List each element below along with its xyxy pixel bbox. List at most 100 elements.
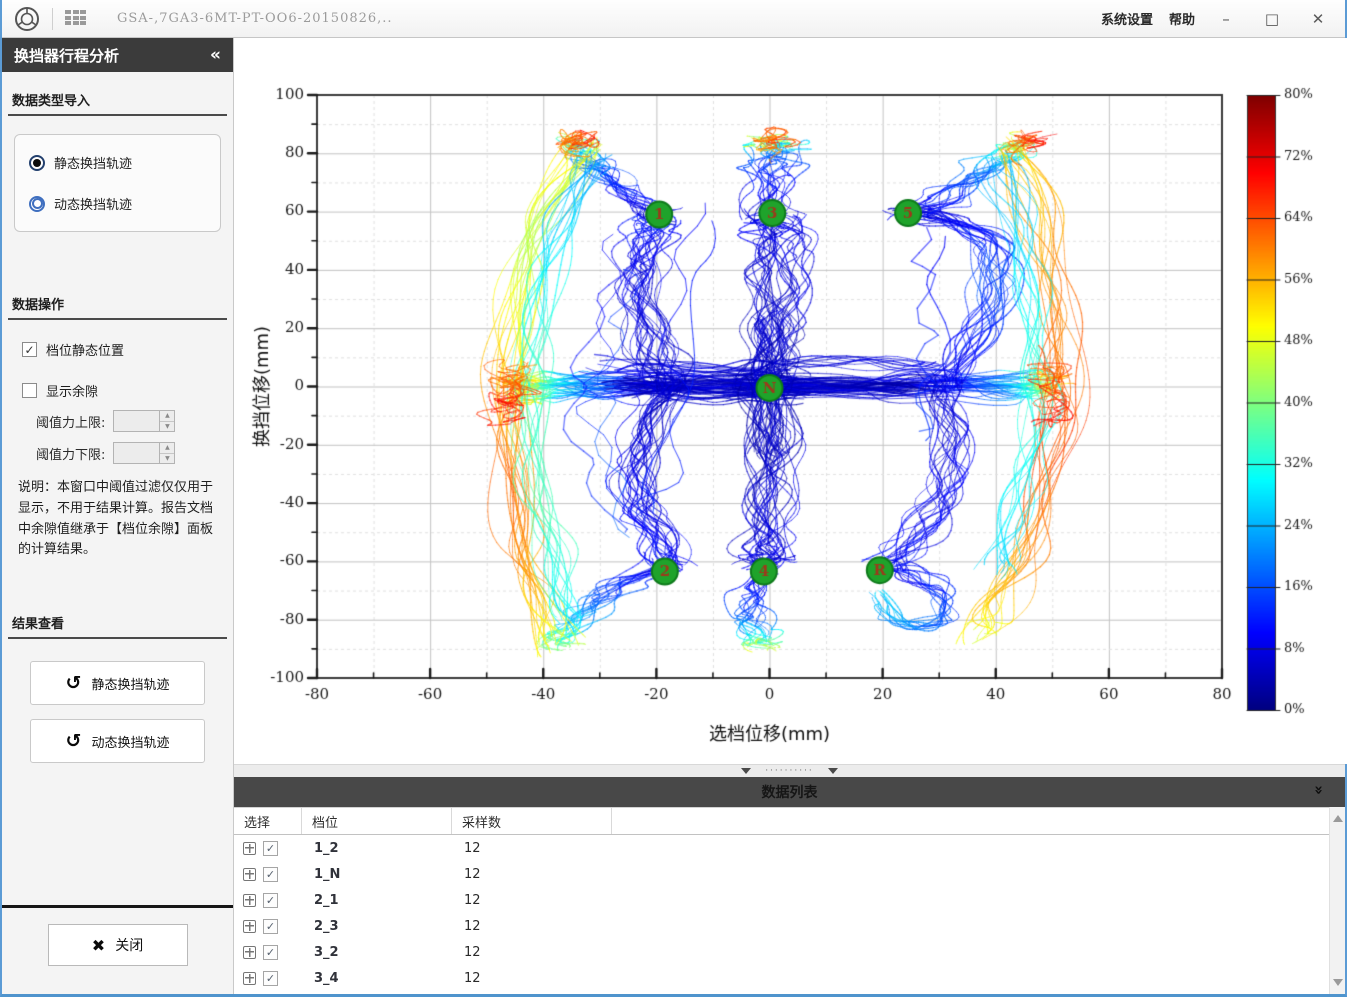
dynamic-trajectory-button[interactable]: ↺ 动态换挡轨迹	[30, 719, 205, 763]
splitter-grip-dots[interactable]: ··········	[765, 768, 814, 774]
checkbox-label: 显示余隙	[46, 381, 98, 400]
threshold-upper-input[interactable]: ▲▼	[113, 410, 175, 432]
expand-icon[interactable]	[243, 972, 256, 985]
radio-static-trajectory[interactable]: 静态换挡轨迹	[29, 153, 206, 172]
button-label: 静态换挡轨迹	[91, 674, 169, 693]
close-button-label: 关闭	[115, 935, 143, 955]
table-body: ✓1_212✓1_N12✓2_112✓2_312✓3_212✓3_412	[234, 835, 1345, 991]
expand-icon[interactable]	[243, 842, 256, 855]
refresh-icon: ↺	[66, 672, 82, 694]
section-title-data-ops: 数据操作	[12, 294, 223, 313]
gear-cell: 1_N	[302, 867, 452, 882]
samples-cell: 12	[452, 867, 612, 882]
data-list-title: 数据列表	[762, 782, 818, 802]
checkbox-checked-icon: ✓	[22, 342, 37, 357]
section-title-data-import: 数据类型导入	[12, 90, 223, 109]
app-logo-icon	[14, 6, 40, 32]
trajectory-canvas[interactable]	[234, 38, 1347, 764]
radio-label: 静态换挡轨迹	[54, 153, 132, 172]
data-list-header[interactable]: 数据列表 «	[234, 777, 1345, 807]
table-row[interactable]: ✓ 2_112	[234, 887, 1345, 913]
radio-unselected-icon	[29, 196, 45, 212]
spinner-arrows[interactable]: ▲▼	[159, 443, 174, 463]
row-checkbox[interactable]: ✓	[263, 841, 278, 856]
data-table: 选择 档位 采样数 ✓1_212✓1_N12✓2_112✓2_312✓3_212…	[234, 807, 1345, 994]
section-rule	[8, 637, 227, 639]
gear-cell: 3_2	[302, 945, 452, 960]
expand-icon[interactable]	[243, 868, 256, 881]
static-trajectory-button[interactable]: ↺ 静态换挡轨迹	[30, 661, 205, 705]
gear-cell: 1_2	[302, 841, 452, 856]
expand-icon[interactable]	[243, 920, 256, 933]
radio-dynamic-trajectory[interactable]: 动态换挡轨迹	[29, 194, 206, 213]
col-select: 选择	[234, 808, 302, 834]
chart-table-splitter[interactable]: ··········	[234, 764, 1345, 777]
row-checkbox[interactable]: ✓	[263, 867, 278, 882]
threshold-upper-label: 阈值力上限:	[36, 412, 105, 431]
minimize-button[interactable]: –	[1211, 10, 1241, 28]
table-row[interactable]: ✓ 1_212	[234, 835, 1345, 861]
checkbox-unchecked-icon	[22, 383, 37, 398]
splitter-down-icon[interactable]	[828, 768, 838, 774]
window-title: GSA-,7GA3-6MT-PT-OO6-20150826,..	[117, 11, 393, 26]
checkbox-label: 档位静态位置	[46, 340, 124, 359]
maximize-button[interactable]: □	[1257, 10, 1287, 28]
sidebar: 换挡器行程分析 « 数据类型导入 静态换挡轨迹 动态换挡轨迹 数据操作 ✓	[2, 38, 234, 994]
panel-collapse-chevron-icon[interactable]: «	[1309, 785, 1327, 795]
gear-cell: 2_1	[302, 893, 452, 908]
threshold-lower-row: 阈值力下限: ▲▼	[36, 442, 233, 464]
app-window: GSA-,7GA3-6MT-PT-OO6-20150826,.. 系统设置 帮助…	[0, 0, 1347, 997]
samples-cell: 12	[452, 971, 612, 986]
refresh-icon: ↺	[66, 730, 82, 752]
section-title-results: 结果查看	[12, 613, 223, 632]
splitter-down-icon[interactable]	[741, 768, 751, 774]
checkbox-show-clearance[interactable]: 显示余隙	[22, 381, 233, 400]
samples-cell: 12	[452, 945, 612, 960]
row-checkbox[interactable]: ✓	[263, 893, 278, 908]
titlebar: GSA-,7GA3-6MT-PT-OO6-20150826,.. 系统设置 帮助…	[2, 0, 1345, 38]
gear-cell: 3_4	[302, 971, 452, 986]
scroll-down-icon[interactable]	[1333, 979, 1343, 986]
table-row[interactable]: ✓ 3_412	[234, 965, 1345, 991]
section-rule	[8, 114, 227, 116]
section-rule	[8, 318, 227, 320]
samples-cell: 12	[452, 841, 612, 856]
close-window-button[interactable]: ✕	[1303, 10, 1333, 28]
scroll-up-icon[interactable]	[1333, 815, 1343, 822]
gear-cell: 2_3	[302, 919, 452, 934]
threshold-lower-input[interactable]: ▲▼	[113, 442, 175, 464]
col-gear: 档位	[302, 808, 452, 834]
threshold-upper-row: 阈值力上限: ▲▼	[36, 410, 233, 432]
row-checkbox[interactable]: ✓	[263, 919, 278, 934]
checkbox-gear-static-position[interactable]: ✓ 档位静态位置	[22, 340, 233, 359]
sidebar-collapse-icon[interactable]: «	[210, 45, 221, 65]
expand-icon[interactable]	[243, 894, 256, 907]
row-checkbox[interactable]: ✓	[263, 945, 278, 960]
table-row[interactable]: ✓ 2_312	[234, 913, 1345, 939]
sidebar-title: 换挡器行程分析	[14, 45, 119, 66]
radio-selected-icon	[29, 155, 45, 171]
sidebar-bottom-divider	[2, 905, 233, 908]
table-row[interactable]: ✓ 3_212	[234, 939, 1345, 965]
close-x-icon: ✖	[92, 936, 105, 955]
col-samples: 采样数	[452, 808, 612, 834]
grid-menu-icon[interactable]	[65, 10, 87, 27]
table-scrollbar[interactable]	[1329, 807, 1345, 994]
sidebar-header: 换挡器行程分析 «	[2, 38, 233, 72]
close-panel-button[interactable]: ✖ 关闭	[48, 924, 188, 966]
menu-system-settings[interactable]: 系统设置	[1101, 9, 1153, 28]
spinner-arrows[interactable]: ▲▼	[159, 411, 174, 431]
spinner-value	[114, 411, 159, 431]
main-area: ·········· 数据列表 « 选择 档位 采样数 ✓1_212✓1_N12…	[234, 38, 1345, 994]
expand-icon[interactable]	[243, 946, 256, 959]
trajectory-chart	[234, 38, 1345, 764]
samples-cell: 12	[452, 919, 612, 934]
table-header-row: 选择 档位 采样数	[234, 807, 1345, 835]
radio-label: 动态换挡轨迹	[54, 194, 132, 213]
row-checkbox[interactable]: ✓	[263, 971, 278, 986]
col-empty	[612, 808, 1345, 834]
table-row[interactable]: ✓ 1_N12	[234, 861, 1345, 887]
menu-help[interactable]: 帮助	[1169, 9, 1195, 28]
samples-cell: 12	[452, 893, 612, 908]
spinner-value	[114, 443, 159, 463]
